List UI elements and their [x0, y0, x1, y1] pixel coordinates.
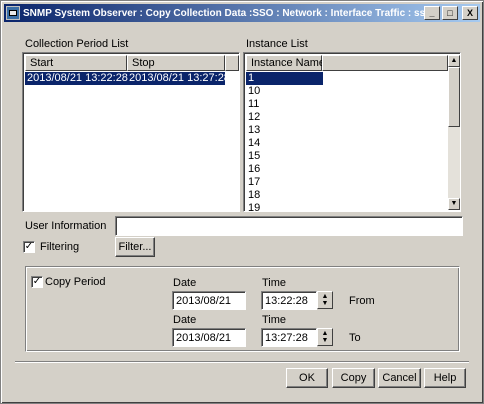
from-label: From: [349, 295, 375, 307]
list-item[interactable]: 15: [246, 150, 260, 163]
column-header-filler: [322, 55, 448, 71]
copy-period-checkbox[interactable]: ✓: [31, 276, 43, 288]
instance-list-label: Instance List: [246, 38, 308, 50]
filtering-checkbox[interactable]: ✓: [23, 241, 35, 253]
column-header-instance-name[interactable]: Instance Name: [246, 55, 325, 71]
from-date-label: Date: [173, 277, 197, 289]
from-time-spinner[interactable]: ▲ ▼: [317, 291, 333, 309]
list-item[interactable]: 14: [246, 137, 260, 150]
spin-up-icon[interactable]: ▲: [320, 330, 330, 337]
app-icon: [6, 6, 20, 20]
instance-list[interactable]: Instance Name 1 10 11 12 13 14 15 16 17 …: [243, 52, 461, 212]
from-time-label: Time: [262, 277, 287, 289]
copy-period-group: ✓ Copy Period Date Time 2013/08/21 13:22…: [25, 266, 460, 352]
collection-period-list-label: Collection Period List: [25, 38, 129, 50]
close-button[interactable]: X: [462, 6, 478, 20]
list-item[interactable]: 13: [246, 124, 260, 137]
scroll-down-icon[interactable]: ▼: [448, 198, 460, 210]
list-item[interactable]: 1: [246, 72, 323, 85]
period-start-cell: 2013/08/21 13:22:28: [27, 72, 128, 84]
cancel-button[interactable]: Cancel: [378, 368, 421, 388]
period-stop-cell: 2013/08/21 13:27:28: [129, 72, 230, 84]
column-header-start[interactable]: Start: [25, 55, 127, 71]
from-date-field[interactable]: 2013/08/21: [172, 291, 246, 310]
table-row[interactable]: 2013/08/21 13:22:28 2013/08/21 13:27:28: [25, 72, 230, 85]
maximize-button[interactable]: □: [442, 6, 458, 20]
column-header-filler: [225, 55, 239, 71]
copy-button[interactable]: Copy: [332, 368, 375, 388]
column-header-stop[interactable]: Stop: [127, 55, 225, 71]
list-item[interactable]: 19: [246, 202, 260, 211]
user-information-field[interactable]: [115, 216, 463, 236]
user-information-label: User Information: [25, 220, 107, 232]
title-bar[interactable]: SNMP System Observer : Copy Collection D…: [4, 4, 480, 22]
list-item[interactable]: 11: [246, 98, 259, 111]
window-title: SNMP System Observer : Copy Collection D…: [23, 7, 424, 19]
to-label: To: [349, 332, 361, 344]
to-time-label: Time: [262, 314, 287, 326]
to-date-field[interactable]: 2013/08/21: [172, 328, 246, 347]
instance-list-scrollbar[interactable]: ▲ ▼: [448, 55, 460, 210]
scroll-thumb[interactable]: [448, 67, 460, 127]
spin-down-icon[interactable]: ▼: [320, 337, 330, 344]
ok-button[interactable]: OK: [286, 368, 328, 388]
to-time-spinner[interactable]: ▲ ▼: [317, 328, 333, 346]
spin-down-icon[interactable]: ▼: [320, 300, 330, 307]
separator: [15, 361, 469, 363]
to-date-label: Date: [173, 314, 197, 326]
filtering-label: Filtering: [40, 241, 80, 253]
spin-up-icon[interactable]: ▲: [320, 293, 330, 300]
to-time-field[interactable]: 13:27:28: [261, 328, 317, 347]
list-item[interactable]: 18: [246, 189, 260, 202]
dialog-window: SNMP System Observer : Copy Collection D…: [0, 0, 484, 404]
list-item[interactable]: 17: [246, 176, 260, 189]
collection-period-list[interactable]: Start Stop 2013/08/21 13:22:28 2013/08/2…: [22, 52, 240, 212]
scroll-up-icon[interactable]: ▲: [448, 55, 460, 67]
filter-button[interactable]: Filter...: [115, 237, 155, 257]
minimize-button[interactable]: _: [424, 6, 440, 20]
from-time-field[interactable]: 13:22:28: [261, 291, 317, 310]
list-item[interactable]: 10: [246, 85, 260, 98]
list-item[interactable]: 12: [246, 111, 260, 124]
help-button[interactable]: Help: [424, 368, 466, 388]
copy-period-label: Copy Period: [45, 276, 106, 288]
list-item[interactable]: 16: [246, 163, 260, 176]
